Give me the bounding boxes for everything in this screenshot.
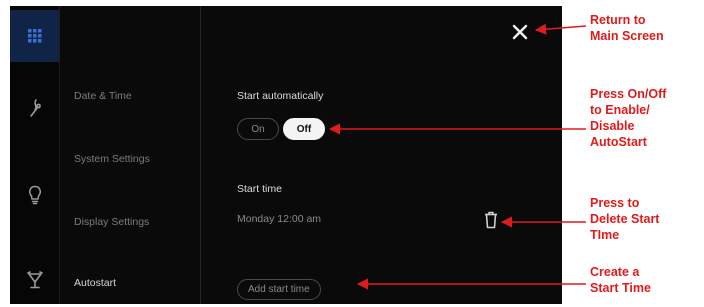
icon-rail — [10, 6, 59, 304]
annotation-line: Delete Start — [590, 212, 660, 226]
rail-item-light[interactable] — [10, 169, 59, 221]
toggle-off-button[interactable]: Off — [283, 118, 325, 140]
lamp-icon — [26, 271, 43, 289]
annotation-line: Press On/Off — [590, 87, 667, 101]
device-screen: Date & Time System Settings Display Sett… — [10, 6, 562, 304]
annotation-line: Disable — [590, 119, 635, 133]
close-icon[interactable] — [511, 23, 529, 41]
autostart-panel: Start automatically On Off Start time Mo… — [201, 6, 562, 304]
rail-item-home[interactable] — [10, 10, 59, 62]
start-automatically-label: Start automatically — [237, 90, 324, 102]
annotation-create: Create a Start Time — [590, 264, 651, 296]
annotation-delete: Press to Delete Start TIme — [590, 195, 659, 243]
start-time-label: Start time — [237, 183, 282, 195]
menu-item-date-time[interactable]: Date & Time — [74, 90, 132, 102]
menu-item-display-settings[interactable]: Display Settings — [74, 216, 149, 228]
annotation-line: Create a — [590, 265, 640, 279]
annotation-line: AutoStart — [590, 135, 647, 149]
bulb-icon — [28, 185, 41, 205]
annotation-line: Main Screen — [590, 29, 664, 43]
toggle-on-button[interactable]: On — [237, 118, 279, 140]
annotation-line: Return to — [590, 13, 646, 27]
add-start-time-button[interactable]: Add start time — [237, 279, 321, 300]
grid-icon — [27, 29, 41, 43]
annotation-line: Start Time — [590, 281, 651, 295]
annotation-line: to Enable/ — [590, 103, 650, 117]
menu-item-autostart[interactable]: Autostart — [74, 277, 116, 289]
annotation-toggle: Press On/Off to Enable/ Disable AutoStar… — [590, 86, 666, 150]
settings-menu: Date & Time System Settings Display Sett… — [60, 6, 200, 304]
rail-item-lamp[interactable] — [10, 254, 59, 304]
start-time-value: Monday 12:00 am — [237, 213, 322, 225]
annotation-line: Press to — [590, 196, 640, 210]
menu-item-system-settings[interactable]: System Settings — [74, 153, 150, 165]
annotation-line: TIme — [590, 228, 620, 242]
annotation-return: Return to Main Screen — [590, 12, 664, 44]
autostart-toggle[interactable]: On Off — [237, 118, 325, 140]
cooking-icon — [29, 99, 41, 117]
rail-item-cooking[interactable] — [10, 82, 59, 134]
trash-icon[interactable] — [484, 211, 498, 229]
